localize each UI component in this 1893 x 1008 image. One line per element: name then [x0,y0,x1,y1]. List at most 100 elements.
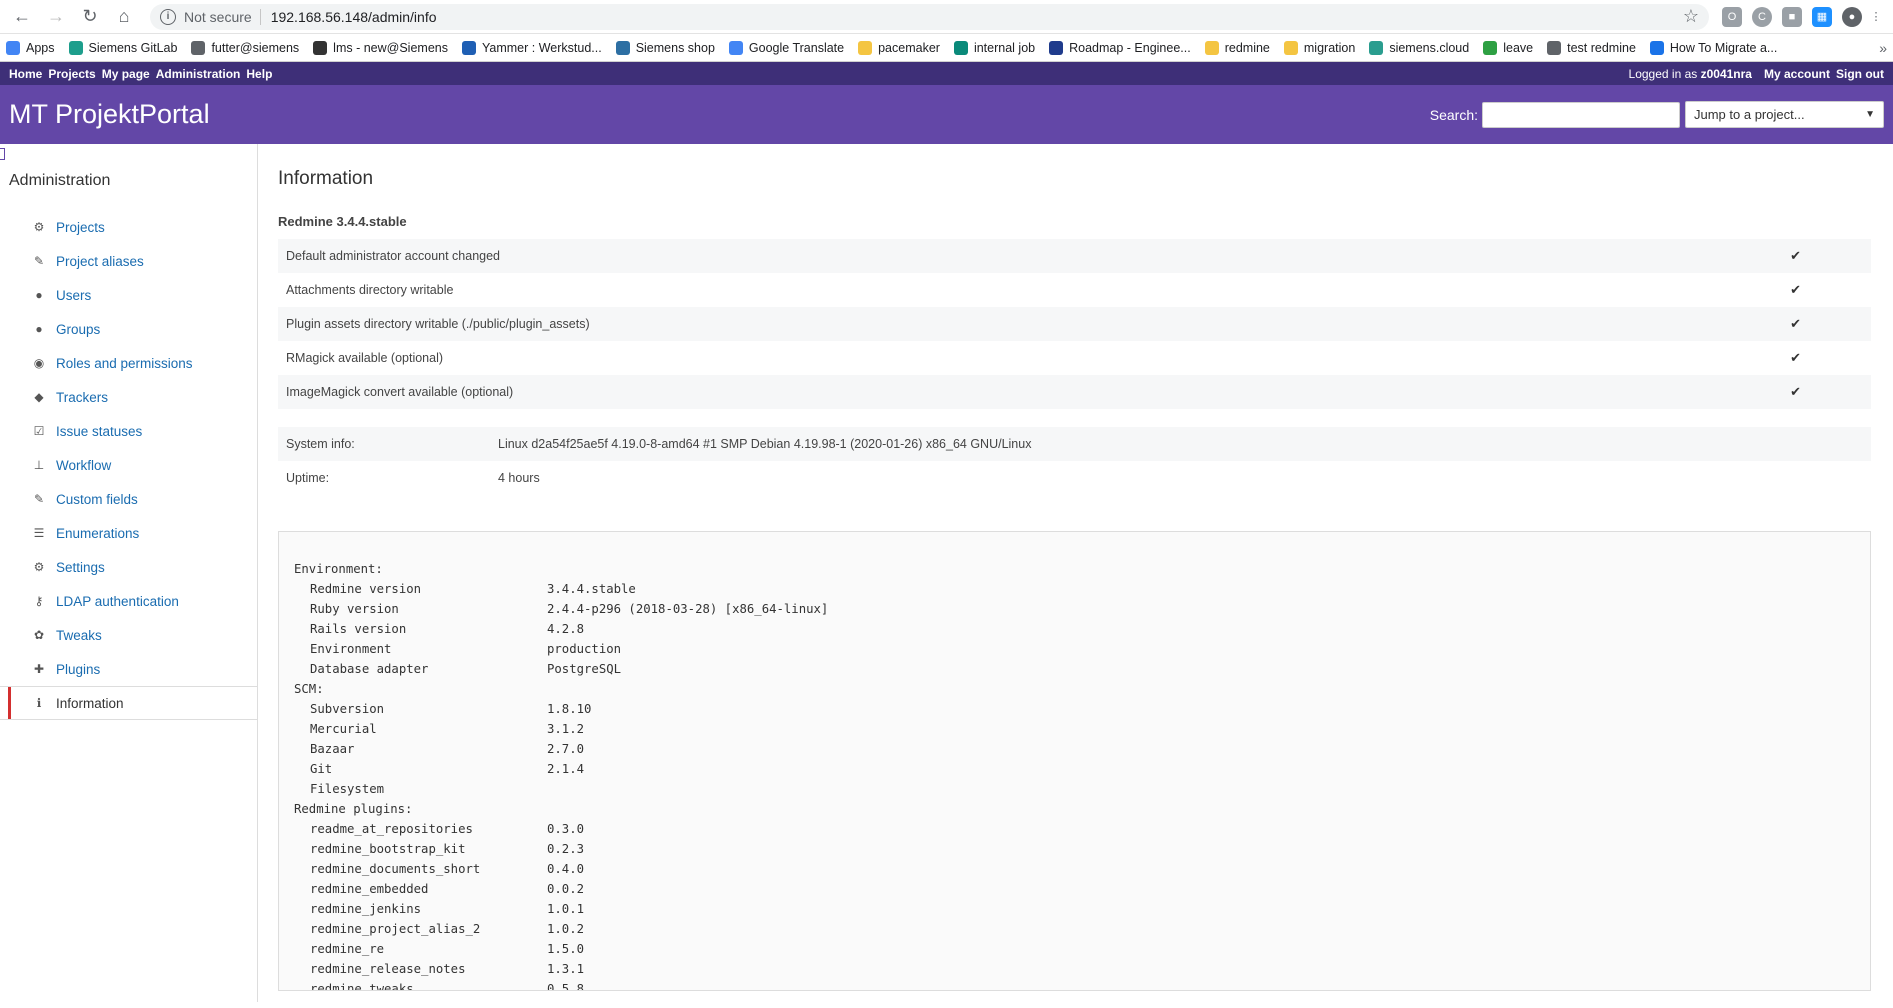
sidebar-item-workflow[interactable]: ⊥ Workflow [0,448,257,482]
back-icon[interactable]: ← [8,3,36,31]
checkmark-icon: ✔ [1790,384,1801,399]
profile-icon[interactable]: ● [1842,6,1862,27]
bookmark-item[interactable]: pacemaker [858,40,940,55]
top-menu-home[interactable]: Home [9,67,42,81]
workflow-icon: ⊥ [33,458,45,472]
bookmark-favicon-icon [1649,40,1664,55]
sidebar-item-issue-statuses[interactable]: ☑ Issue statuses [0,414,257,448]
more-bookmarks-icon[interactable]: » [1879,40,1887,56]
sidebar-item-trackers[interactable]: ◆ Trackers [0,380,257,414]
bookmark-item[interactable]: Roadmap - Enginee... [1049,40,1191,55]
my-account-link[interactable]: My account [1764,67,1830,81]
checkmark-icon: ✔ [1790,316,1801,331]
windows-extension-icon[interactable]: ▦ [1812,6,1832,27]
url-text[interactable]: 192.168.56.148/admin/info [271,9,437,25]
environment-key: redmine_jenkins [310,902,422,916]
bookmark-label: Yammer : Werkstud... [481,40,602,55]
bookmark-item[interactable]: Siemens shop [615,40,715,55]
sidebar-item-roles-and-permissions[interactable]: ◉ Roles and permissions [0,346,257,380]
bookmark-item[interactable]: How To Migrate a... [1649,40,1777,55]
environment-line: Database adapter PostgreSQL [294,662,1855,682]
environment-line: redmine_jenkins 1.0.1 [294,902,1855,922]
home-icon[interactable]: ⌂ [110,3,138,31]
environment-value: 1.5.0 [547,942,585,956]
search-label: Search: [1429,106,1478,123]
bookmark-item[interactable]: futter@siemens [191,40,300,55]
bookmark-item[interactable]: internal job [953,40,1035,55]
environment-key: Environment: [294,562,383,576]
reload-icon[interactable]: ↻ [76,3,104,31]
sidebar-item-plugins[interactable]: ✚ Plugins [0,652,257,686]
sidebar-item-users[interactable]: ● Users [0,278,257,312]
environment-key: redmine_re [310,942,385,956]
sidebar-item-ldap-authentication[interactable]: ⚷ LDAP authentication [0,584,257,618]
environment-key: Bazaar [310,742,355,756]
office-extension-icon[interactable]: O [1722,6,1742,27]
sign-out-link[interactable]: Sign out [1836,67,1884,81]
environment-line: Environment: [294,562,1855,582]
chat-extension-icon[interactable]: ■ [1782,6,1802,27]
c-extension-icon[interactable]: C [1752,6,1772,27]
bookmark-item[interactable]: test redmine [1547,40,1636,55]
environment-box: Environment: Redmine version 3.4.4.stable R… [278,531,1871,991]
top-menu-projects[interactable]: Projects [48,67,95,81]
main-area: Administration ⚙ Projects ✎ Project aliases… [0,144,1893,1002]
bookmark-item[interactable]: migration [1283,40,1355,55]
sidebar-item-information[interactable]: ℹ Information [0,686,257,720]
bookmark-item[interactable]: lms - new@Siemens [313,40,448,55]
address-bar[interactable]: i Not secure 192.168.56.148/admin/info ☆ [150,3,1709,30]
top-menu-help[interactable]: Help [246,67,272,81]
sidebar-item-label: Custom fields [56,491,138,507]
search-area: Search: Jump to a project... ▼ [1430,101,1884,128]
bookmark-star-icon[interactable]: ☆ [1683,6,1699,27]
sidebar-item-groups[interactable]: ● Groups [0,312,257,346]
sidebar-title: Administration [9,172,111,189]
page-title: Information [278,168,374,189]
sidebar-item-enumerations[interactable]: ☰ Enumerations [0,516,257,550]
menu-dots-icon[interactable]: ⋮ [1871,7,1882,27]
bookmark-item[interactable]: Apps [6,40,55,55]
logged-in-user[interactable]: z0041nra [1701,67,1752,81]
bookmark-favicon-icon [1049,40,1064,55]
account-menu: Logged in as z0041nra My account Sign ou… [1629,67,1884,81]
checkmark-icon: ✔ [1790,350,1801,365]
top-menu-my-page[interactable]: My page [102,67,150,81]
sidebar-item-label: Users [56,287,92,303]
checks-table: Default administrator account changed ✔ At… [278,239,1871,409]
sidebar-item-projects[interactable]: ⚙ Projects [0,210,257,244]
environment-key: Rails version [310,622,407,636]
bookmark-favicon-icon [615,40,630,55]
forward-icon[interactable]: → [42,3,70,31]
bookmark-favicon-icon [1369,40,1384,55]
sysinfo-value: Linux d2a54f25ae5f 4.19.0-8-amd64 #1 SMP… [498,437,1032,451]
sidebar-item-label: Issue statuses [56,423,143,439]
environment-value: production [547,642,622,656]
bookmark-item[interactable]: Yammer : Werkstud... [461,40,602,55]
sidebar-item-settings[interactable]: ⚙ Settings [0,550,257,584]
bookmark-item[interactable]: Google Translate [728,40,844,55]
environment-value: 1.8.10 [547,702,592,716]
site-header: MT ProjektPortal Search: Jump to a proje… [0,85,1893,144]
sidebar-toggle[interactable] [0,148,5,160]
site-title[interactable]: MT ProjektPortal [9,99,210,130]
plugin-icon: ✚ [33,662,45,676]
bookmark-label: futter@siemens [211,40,300,55]
bookmark-item[interactable]: siemens.cloud [1369,40,1469,55]
bookmark-item[interactable]: Siemens GitLab [68,40,177,55]
sidebar-item-tweaks[interactable]: ✿ Tweaks [0,618,257,652]
environment-value: 4.2.8 [547,622,585,636]
checkmark-icon: ✔ [1790,248,1801,263]
search-input[interactable] [1482,101,1680,128]
jump-to-project-select[interactable]: Jump to a project... ▼ [1685,101,1884,128]
aliases-icon: ✎ [33,254,45,268]
sidebar-item-custom-fields[interactable]: ✎ Custom fields [0,482,257,516]
bookmark-item[interactable]: redmine [1204,40,1270,55]
sysinfo-key: System info: [286,437,355,451]
info-icon[interactable]: i [160,8,176,25]
bookmark-item[interactable]: leave [1483,40,1533,55]
environment-value: 0.0.2 [547,882,585,896]
sidebar-item-project-aliases[interactable]: ✎ Project aliases [0,244,257,278]
environment-line: redmine_documents_short 0.4.0 [294,862,1855,882]
top-menu-administration[interactable]: Administration [156,67,241,81]
sidebar-item-label: Workflow [56,457,112,473]
